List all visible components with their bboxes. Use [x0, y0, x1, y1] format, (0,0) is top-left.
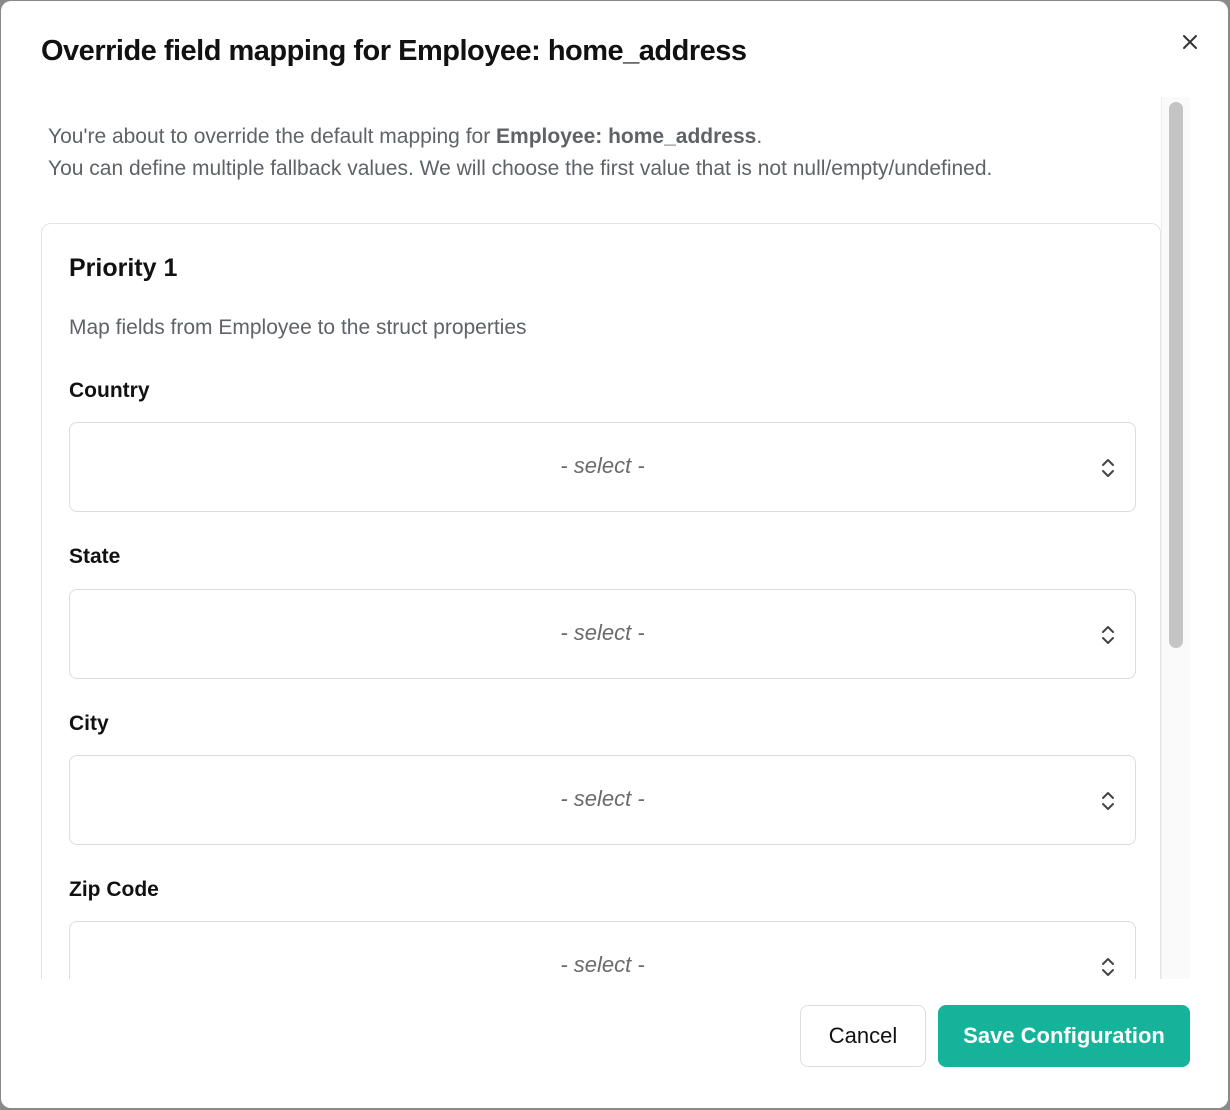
dialog-title: Override field mapping for Employee: hom…	[41, 35, 747, 67]
dialog-body[interactable]: You're about to override the default map…	[1, 97, 1228, 979]
priority-description: Map fields from Employee to the struct p…	[69, 316, 527, 339]
intro-text: You're about to override the default map…	[48, 121, 1148, 185]
city-select-value: - select -	[560, 786, 645, 811]
chevron-up-down-icon	[1102, 626, 1114, 644]
state-label: State	[69, 545, 121, 568]
close-button[interactable]	[1175, 27, 1205, 57]
scrollbar-thumb[interactable]	[1169, 102, 1183, 648]
intro-line-2: You can define multiple fallback values.…	[48, 157, 993, 180]
close-icon	[1183, 35, 1197, 49]
country-select-value: - select -	[560, 453, 645, 478]
cancel-button[interactable]: Cancel	[800, 1005, 926, 1067]
save-configuration-button[interactable]: Save Configuration	[938, 1005, 1190, 1067]
country-select[interactable]: - select -	[69, 422, 1136, 512]
priority-title: Priority 1	[69, 254, 178, 282]
city-label: City	[69, 712, 109, 735]
chevron-up-down-icon	[1102, 958, 1114, 976]
zip-code-label: Zip Code	[69, 878, 159, 901]
chevron-up-down-icon	[1102, 792, 1114, 810]
city-select[interactable]: - select -	[69, 755, 1136, 845]
intro-suffix: .	[756, 125, 763, 148]
field-mapping-dialog: Override field mapping for Employee: hom…	[1, 1, 1228, 1108]
priority-card: Priority 1 Map fields from Employee to t…	[41, 223, 1161, 979]
dialog-footer: Cancel Save Configuration	[1, 979, 1228, 1108]
country-label: Country	[69, 379, 150, 402]
state-select[interactable]: - select -	[69, 589, 1136, 679]
zip-code-select[interactable]: - select -	[69, 921, 1136, 979]
intro-line-1: You're about to override the default map…	[48, 121, 1148, 153]
zip-code-select-value: - select -	[560, 952, 645, 977]
intro-entity: Employee: home_address	[496, 125, 757, 148]
intro-prefix: You're about to override the default map…	[48, 125, 497, 148]
chevron-up-down-icon	[1102, 459, 1114, 477]
state-select-value: - select -	[560, 620, 645, 645]
